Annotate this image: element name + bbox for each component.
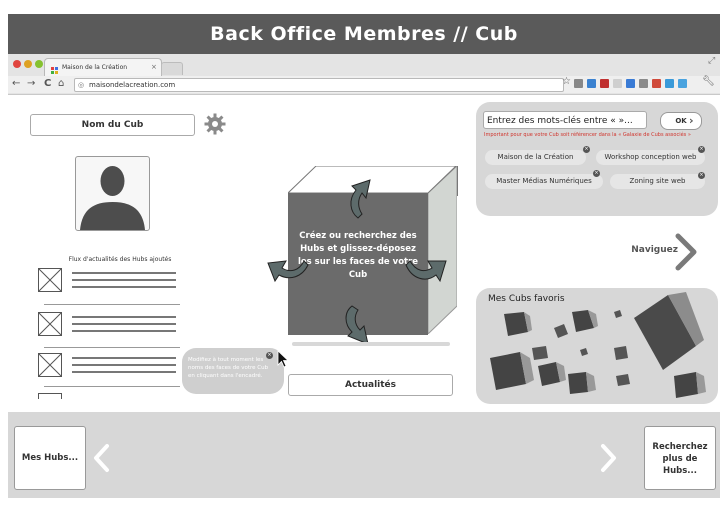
browser-tab[interactable]: Maison de la Création × — [44, 58, 162, 76]
extension-icon[interactable] — [626, 79, 635, 88]
forward-icon[interactable]: → — [27, 76, 35, 92]
cube-shadow — [292, 342, 450, 346]
feed-line — [72, 279, 176, 281]
keyword-tag-label: Maison de la Création — [497, 153, 574, 161]
keyword-tag-label: Zoning site web — [629, 177, 686, 185]
remove-tag-icon[interactable]: × — [698, 172, 705, 179]
remove-tag-icon[interactable]: × — [593, 170, 600, 177]
fullscreen-icon[interactable]: ⤢ — [708, 56, 715, 66]
navigate-label[interactable]: Naviguez — [612, 245, 678, 255]
rotate-left-arrow-icon[interactable] — [266, 255, 310, 285]
keyword-tag[interactable]: Master Médias Numériques — [485, 174, 603, 189]
tooltip-text: Modifiez à tout moment les noms des face… — [188, 357, 269, 379]
search-ok-button[interactable]: OK › — [660, 112, 702, 130]
wrench-icon[interactable]: 🔧︎ — [702, 76, 715, 87]
feed-line — [72, 371, 176, 373]
divider — [44, 304, 180, 305]
keyword-tag[interactable]: Workshop conception web — [596, 150, 705, 165]
gear-icon[interactable] — [204, 113, 226, 135]
keyword-tag-label: Master Médias Numériques — [496, 177, 592, 185]
feed-line — [72, 330, 176, 332]
close-window-button[interactable] — [13, 60, 21, 68]
feed-line — [72, 316, 176, 318]
favicon-icon — [51, 64, 58, 74]
cube-icon — [634, 292, 704, 370]
extension-icon[interactable] — [639, 79, 648, 88]
extension-icon[interactable] — [665, 79, 674, 88]
page-icon: ◎ — [78, 81, 85, 89]
search-more-hubs-label: Recherchez plus de Hubs... — [652, 442, 708, 476]
minimize-window-button[interactable] — [24, 60, 32, 68]
news-button[interactable]: Actualités — [288, 374, 453, 396]
feed-image-placeholder-icon — [38, 312, 62, 336]
feed-image-placeholder-icon — [38, 353, 62, 377]
extension-icon[interactable] — [678, 79, 687, 88]
tab-title: Maison de la Création — [62, 64, 128, 71]
new-tab-button[interactable] — [161, 62, 183, 75]
ok-label: OK — [675, 117, 687, 125]
user-silhouette-icon — [80, 166, 145, 230]
rotate-right-arrow-icon[interactable] — [404, 255, 448, 289]
feed-image-placeholder-icon — [38, 393, 62, 399]
remove-tag-icon[interactable]: × — [698, 146, 705, 153]
rotate-up-arrow-icon[interactable] — [344, 176, 374, 220]
feed-line — [72, 272, 176, 274]
divider — [44, 347, 180, 348]
extension-icon[interactable] — [574, 79, 583, 88]
page-title: Back Office Membres // Cub — [8, 14, 720, 54]
url-field[interactable]: ◎ maisondelacreation.com — [74, 78, 564, 92]
extension-icon[interactable] — [587, 79, 596, 88]
feed-line — [72, 357, 176, 359]
feed-line — [72, 286, 176, 288]
extension-icon[interactable] — [600, 79, 609, 88]
keyword-tag[interactable]: Zoning site web — [610, 174, 705, 189]
my-hubs-button[interactable]: Mes Hubs... — [14, 426, 86, 490]
favorites-panel — [476, 288, 718, 404]
feed-line — [72, 364, 176, 366]
keyword-tag-label: Workshop conception web — [604, 153, 697, 161]
chevron-right-icon[interactable] — [674, 233, 700, 271]
url-text: maisondelacreation.com — [89, 81, 176, 89]
extension-icon[interactable] — [613, 79, 622, 88]
cub-name-field[interactable]: Nom du Cub — [30, 114, 195, 136]
chevron-right-icon: › — [689, 114, 694, 127]
back-icon[interactable]: ← — [12, 76, 20, 92]
close-icon[interactable]: × — [266, 352, 273, 359]
cursor-icon — [277, 350, 290, 368]
favorites-title: Mes Cubs favoris — [488, 294, 565, 304]
maximize-window-button[interactable] — [35, 60, 43, 68]
feed-title: Flux d'actualités des Hubs ajoutés — [68, 256, 172, 263]
feed-image-placeholder-icon — [38, 268, 62, 292]
search-hint: Important pour que votre Cub soit référe… — [484, 132, 691, 138]
favorite-cubs-cloud[interactable] — [476, 288, 718, 404]
tab-close-icon[interactable]: × — [151, 59, 157, 76]
home-icon[interactable]: ⌂ — [58, 76, 64, 92]
chevron-right-icon[interactable] — [598, 443, 618, 473]
search-input[interactable]: Entrez des mots-clés entre « »... — [483, 111, 647, 129]
remove-tag-icon[interactable]: × — [583, 146, 590, 153]
chevron-left-icon[interactable] — [92, 443, 112, 473]
bookmark-star-icon[interactable]: ☆ — [562, 76, 571, 87]
feed-line — [72, 323, 176, 325]
tooltip: Modifiez à tout moment les noms des face… — [182, 348, 284, 394]
search-more-hubs-button[interactable]: Recherchez plus de Hubs... — [644, 426, 716, 490]
avatar[interactable] — [75, 156, 150, 231]
reload-icon[interactable]: C — [44, 76, 51, 92]
mail-icon[interactable] — [652, 79, 661, 88]
cube-instructions: Créez ou recherchez des Hubs et glissez-… — [297, 231, 419, 280]
divider — [44, 386, 180, 387]
keyword-tag[interactable]: Maison de la Création — [485, 150, 586, 165]
